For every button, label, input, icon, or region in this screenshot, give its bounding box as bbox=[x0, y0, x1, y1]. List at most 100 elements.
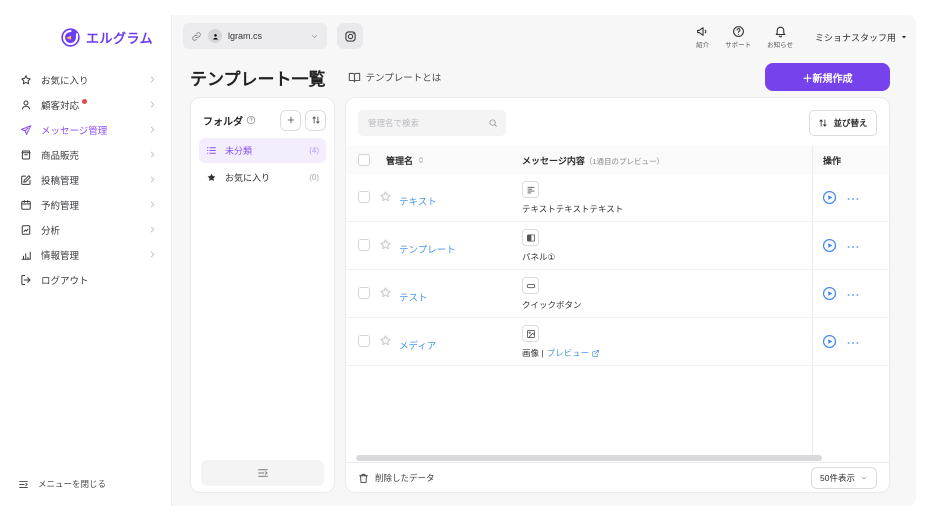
row-checkbox[interactable] bbox=[358, 239, 370, 251]
favorite-star-icon bbox=[379, 238, 392, 251]
page-size-select[interactable]: 50件表示 bbox=[811, 467, 877, 489]
list-icon bbox=[206, 145, 217, 156]
folder-item-label: 未分類 bbox=[225, 146, 253, 156]
sort-folders-button[interactable] bbox=[305, 109, 326, 131]
play-test-icon bbox=[822, 334, 837, 349]
sidebar-item-ログアウト[interactable]: ログアウト bbox=[0, 267, 171, 292]
table-row-テンプレート: テンプレートパネル① bbox=[346, 222, 889, 270]
row-checkbox[interactable] bbox=[358, 191, 370, 203]
book-icon bbox=[348, 71, 361, 84]
row-checkbox[interactable] bbox=[358, 287, 370, 299]
search-input[interactable] bbox=[366, 117, 488, 129]
message-type-box bbox=[522, 325, 539, 342]
topbar-action-サポート[interactable]: サポート bbox=[725, 25, 751, 49]
sort-updown-icon bbox=[818, 118, 828, 128]
sidebar-item-label: 顧客対応 bbox=[41, 100, 80, 112]
sidebar-item-メッセージ管理[interactable]: メッセージ管理 bbox=[0, 117, 171, 142]
table-row-メディア: メディア画像 | プレビュー bbox=[346, 318, 889, 366]
template-name-link[interactable]: テンプレート bbox=[399, 242, 456, 256]
more-actions-icon[interactable] bbox=[846, 288, 860, 302]
template-help-link[interactable]: テンプレートとは bbox=[348, 70, 441, 84]
page-size-label: 50件表示 bbox=[820, 473, 855, 483]
folder-item-count: (4) bbox=[309, 146, 319, 155]
app-window: エルグラム お気に入り顧客対応メッセージ管理商品販売投稿管理予約管理分析情報管理… bbox=[0, 15, 916, 506]
message-preview-text: テキストテキストテキスト bbox=[522, 204, 624, 214]
analytics-icon bbox=[20, 224, 32, 236]
chevron-right-icon bbox=[148, 75, 157, 84]
folder-help-icon[interactable] bbox=[246, 115, 256, 125]
sidebar-item-label: 予約管理 bbox=[41, 200, 80, 212]
instagram-button[interactable] bbox=[337, 23, 363, 49]
more-actions-icon[interactable] bbox=[846, 192, 860, 206]
calendar-icon bbox=[20, 199, 32, 211]
horizontal-scrollbar[interactable] bbox=[356, 455, 822, 461]
template-name-link[interactable]: テスト bbox=[399, 290, 428, 304]
sort-templates-button[interactable]: 並び替え bbox=[809, 110, 877, 136]
folder-item-count: (0) bbox=[309, 173, 319, 182]
search-icon[interactable] bbox=[488, 118, 498, 128]
preview-link[interactable]: プレビュー bbox=[547, 347, 601, 359]
megaphone-icon bbox=[696, 25, 709, 38]
template-table-panel: 並び替え 管理名 メッセージ内容（1通目のプレビュー） 操作 テキストテキストテ… bbox=[345, 97, 890, 493]
more-actions-icon[interactable] bbox=[846, 336, 860, 350]
select-all-checkbox[interactable] bbox=[358, 154, 370, 166]
sidebar-item-商品販売[interactable]: 商品販売 bbox=[0, 142, 171, 167]
notification-dot bbox=[82, 98, 88, 104]
folder-panel-header: フォルダ bbox=[203, 108, 326, 132]
template-name-link[interactable]: テキスト bbox=[399, 194, 437, 208]
close-menu-button[interactable]: メニューを閉じる bbox=[18, 478, 106, 490]
brand-logo[interactable]: エルグラム bbox=[60, 27, 153, 48]
sidebar-item-情報管理[interactable]: 情報管理 bbox=[0, 242, 171, 267]
preview-link-label: プレビュー bbox=[546, 348, 590, 358]
deleted-data-link[interactable]: 削除したデータ bbox=[358, 472, 435, 484]
create-new-button[interactable]: ＋新規作成 bbox=[765, 63, 890, 91]
sidebar: エルグラム お気に入り顧客対応メッセージ管理商品販売投稿管理予約管理分析情報管理… bbox=[0, 15, 172, 506]
message-type-box bbox=[522, 277, 539, 294]
message-type-box bbox=[522, 229, 539, 246]
account-selector[interactable]: lgram.cs bbox=[183, 23, 327, 49]
sidebar-item-予約管理[interactable]: 予約管理 bbox=[0, 192, 171, 217]
more-actions-icon[interactable] bbox=[846, 240, 860, 254]
user-menu[interactable]: ミショナスタッフ用 bbox=[815, 31, 908, 44]
folder-title: フォルダ bbox=[203, 116, 243, 128]
deleted-data-label: 削除したデータ bbox=[375, 473, 435, 483]
sidebar-item-投稿管理[interactable]: 投稿管理 bbox=[0, 167, 171, 192]
sidebar-item-顧客対応[interactable]: 顧客対応 bbox=[0, 92, 171, 117]
folder-item-未分類[interactable]: 未分類 (4) bbox=[199, 138, 326, 163]
topbar-action-紹介[interactable]: 紹介 bbox=[696, 25, 709, 49]
chevron-right-icon bbox=[148, 150, 157, 159]
shop-icon bbox=[20, 149, 32, 161]
sidebar-item-お気に入り[interactable]: お気に入り bbox=[0, 67, 171, 92]
folder-item-お気に入り[interactable]: お気に入り (0) bbox=[199, 165, 326, 190]
bell-icon bbox=[774, 25, 787, 38]
sidebar-item-label: 情報管理 bbox=[41, 250, 80, 262]
main-content: lgram.cs 紹介 サポート お知らせ ミショナスタッフ用 テンプレート一覧 bbox=[172, 15, 916, 506]
table-row-テキスト: テキスト テキストテキストテキスト bbox=[346, 174, 889, 222]
image-icon bbox=[526, 329, 536, 339]
row-checkbox[interactable] bbox=[358, 335, 370, 347]
chart-icon bbox=[20, 249, 32, 261]
avatar-icon bbox=[208, 29, 222, 43]
message-preview-text: 画像 | bbox=[522, 348, 544, 358]
collapse-folder-panel-button[interactable] bbox=[201, 460, 324, 486]
favorite-star-icon bbox=[379, 190, 392, 203]
column-header-name[interactable]: 管理名 bbox=[386, 154, 425, 167]
page-title: テンプレート一覧 bbox=[190, 69, 326, 89]
search-box bbox=[358, 110, 506, 136]
template-name-link[interactable]: メディア bbox=[399, 338, 436, 352]
column-divider bbox=[812, 146, 813, 454]
sidebar-item-label: 商品販売 bbox=[41, 150, 80, 162]
account-name: lgram.cs bbox=[228, 31, 263, 41]
favorite-star-icon bbox=[379, 286, 392, 299]
sidebar-item-分析[interactable]: 分析 bbox=[0, 217, 171, 242]
message-preview-text: パネル① bbox=[522, 252, 556, 262]
play-test-icon bbox=[822, 238, 837, 253]
brand-logo-icon bbox=[60, 27, 81, 48]
send-icon bbox=[20, 124, 32, 136]
topbar-action-お知らせ[interactable]: お知らせ bbox=[767, 25, 793, 49]
topbar-action-label: お知らせ bbox=[767, 42, 793, 49]
add-folder-button[interactable] bbox=[280, 109, 301, 131]
chevron-right-icon bbox=[148, 200, 157, 209]
message-preview: クイックボタン bbox=[522, 299, 582, 311]
table-header: 管理名 メッセージ内容（1通目のプレビュー） 操作 bbox=[346, 146, 889, 174]
